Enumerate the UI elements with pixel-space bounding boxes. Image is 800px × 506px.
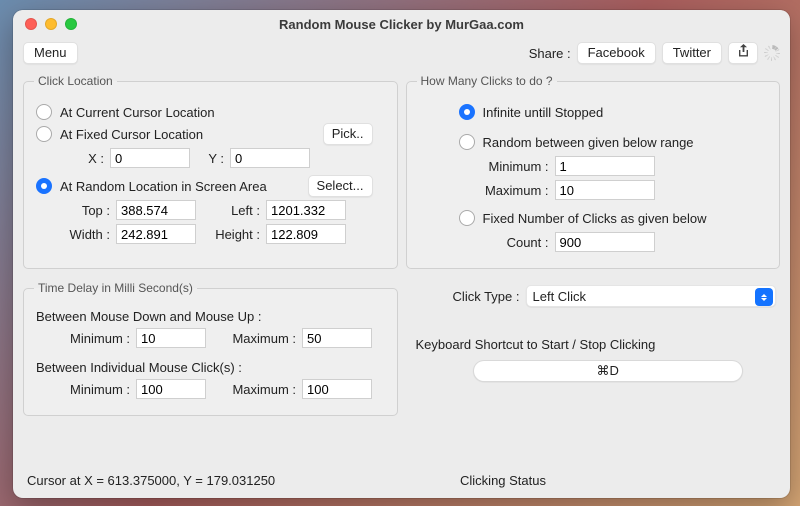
titlebar: Random Mouse Clicker by MurGaa.com (13, 10, 790, 38)
radio-infinite[interactable] (459, 104, 475, 120)
hm-max-input[interactable] (555, 180, 655, 200)
x-input[interactable] (110, 148, 190, 168)
top-label: Top : (60, 203, 110, 218)
radio-current-location[interactable] (36, 104, 52, 120)
shortcut-value: ⌘D (597, 363, 619, 379)
c-max-label: Maximum : (216, 382, 296, 397)
cursor-position: Cursor at X = 613.375000, Y = 179.031250 (27, 473, 275, 488)
click-location-legend: Click Location (34, 74, 117, 88)
left-label: Left : (210, 203, 260, 218)
top-input[interactable] (116, 200, 196, 220)
zoom-icon[interactable] (65, 18, 77, 30)
c-min-input[interactable] (136, 379, 206, 399)
between-clicks-label: Between Individual Mouse Click(s) : (36, 360, 242, 375)
du-min-input[interactable] (136, 328, 206, 348)
height-label: Height : (210, 227, 260, 242)
share-button[interactable] (728, 42, 758, 64)
label-random-range: Random between given below range (483, 135, 694, 150)
click-location-group: Click Location At Current Cursor Locatio… (23, 74, 398, 269)
menu-button[interactable]: Menu (23, 42, 78, 64)
shortcut-label: Keyboard Shortcut to Start / Stop Clicki… (416, 337, 777, 352)
click-type-value: Left Click (533, 289, 586, 304)
facebook-button[interactable]: Facebook (577, 42, 656, 64)
hm-min-input[interactable] (555, 156, 655, 176)
du-max-label: Maximum : (216, 331, 296, 346)
y-input[interactable] (230, 148, 310, 168)
traffic-lights (25, 18, 77, 30)
minimize-icon[interactable] (45, 18, 57, 30)
radio-random-location[interactable] (36, 178, 52, 194)
time-delay-group: Time Delay in Milli Second(s) Between Mo… (23, 281, 398, 416)
share-icon (737, 44, 750, 62)
chevron-updown-icon (755, 288, 773, 306)
width-label: Width : (60, 227, 110, 242)
how-many-group: How Many Clicks to do ? Infinite untill … (406, 74, 781, 269)
count-label: Count : (479, 235, 549, 250)
label-infinite: Infinite untill Stopped (483, 105, 604, 120)
c-min-label: Minimum : (60, 382, 130, 397)
du-min-label: Minimum : (60, 331, 130, 346)
count-input[interactable] (555, 232, 655, 252)
left-input[interactable] (266, 200, 346, 220)
toolbar: Menu Share : Facebook Twitter (13, 38, 790, 68)
shortcut-button[interactable]: ⌘D (473, 360, 743, 382)
label-current-location: At Current Cursor Location (60, 105, 215, 120)
radio-fixed-count[interactable] (459, 210, 475, 226)
window-title: Random Mouse Clicker by MurGaa.com (13, 17, 790, 32)
time-delay-legend: Time Delay in Milli Second(s) (34, 281, 197, 295)
hm-min-label: Minimum : (479, 159, 549, 174)
height-input[interactable] (266, 224, 346, 244)
click-type-select[interactable]: Left Click (526, 285, 776, 307)
x-label: X : (82, 151, 104, 166)
footer: Cursor at X = 613.375000, Y = 179.031250… (23, 422, 780, 490)
app-window: Random Mouse Clicker by MurGaa.com Menu … (13, 10, 790, 498)
label-fixed-count: Fixed Number of Clicks as given below (483, 211, 707, 226)
c-max-input[interactable] (302, 379, 372, 399)
between-du-label: Between Mouse Down and Mouse Up : (36, 309, 261, 324)
pick-button[interactable]: Pick.. (323, 123, 373, 145)
select-area-button[interactable]: Select... (308, 175, 373, 197)
du-max-input[interactable] (302, 328, 372, 348)
label-fixed-location: At Fixed Cursor Location (60, 127, 203, 142)
width-input[interactable] (116, 224, 196, 244)
right-lower: Click Type : Left Click Keyboard Shortcu… (406, 275, 781, 422)
radio-fixed-location[interactable] (36, 126, 52, 142)
label-random-location: At Random Location in Screen Area (60, 179, 267, 194)
radio-random-range[interactable] (459, 134, 475, 150)
share-label: Share : (529, 46, 571, 61)
twitter-button[interactable]: Twitter (662, 42, 722, 64)
how-many-legend: How Many Clicks to do ? (417, 74, 557, 88)
y-label: Y : (202, 151, 224, 166)
click-type-label: Click Type : (440, 289, 520, 304)
spinner-icon (764, 45, 780, 61)
clicking-status: Clicking Status (460, 473, 546, 488)
hm-max-label: Maximum : (479, 183, 549, 198)
close-icon[interactable] (25, 18, 37, 30)
